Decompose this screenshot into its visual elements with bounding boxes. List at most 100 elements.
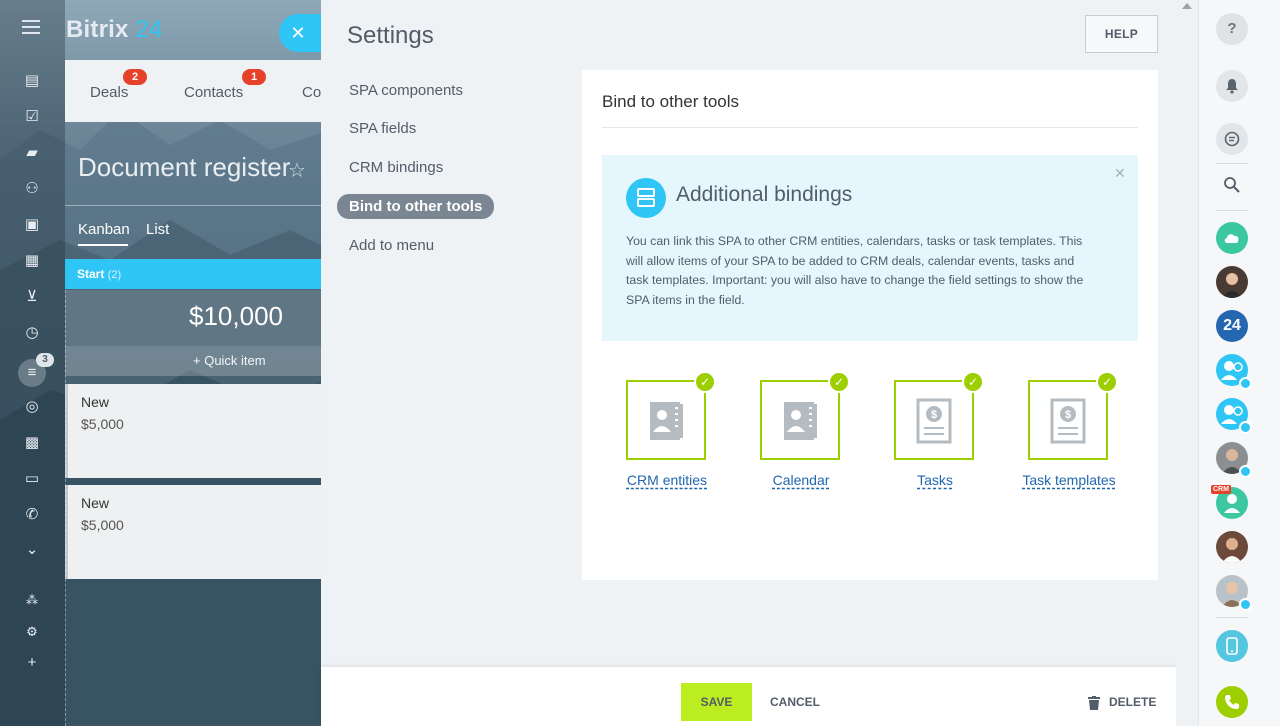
- left-navigation: ▤ ☑ ▰ ⚇ ▣ ▦ ⊻ ◷ ≡ 3 ◎ ▩ ▭ ✆ ⌄ ⁂ ⚙ +: [0, 0, 65, 726]
- mobile-icon: [1226, 637, 1238, 655]
- menu-item-spa-components[interactable]: SPA components: [349, 82, 463, 99]
- svg-text:$: $: [1065, 409, 1071, 421]
- tool-tile[interactable]: $: [894, 380, 974, 460]
- chat-icon[interactable]: ▰: [22, 143, 42, 163]
- tab-label: Deals: [90, 84, 129, 101]
- help-circle-button[interactable]: ?: [1216, 13, 1248, 45]
- stage-amount: $10,000: [189, 301, 283, 331]
- scroll-up-arrow-icon[interactable]: [1182, 3, 1192, 9]
- plus-icon[interactable]: +: [22, 653, 42, 673]
- delete-button[interactable]: DELETE: [1087, 683, 1156, 721]
- messages-button[interactable]: [1216, 123, 1248, 155]
- cloud-icon: [1224, 234, 1239, 243]
- bitrix24-badge: 24: [1223, 317, 1241, 334]
- gear-icon[interactable]: ⚙: [22, 622, 42, 642]
- tool-task-templates[interactable]: $ ✓ Task templates: [1004, 371, 1134, 500]
- apps-icon[interactable]: ▩: [22, 433, 42, 453]
- settings-title: Settings: [347, 22, 434, 49]
- bitrix24-button[interactable]: 24: [1216, 310, 1248, 342]
- tool-label[interactable]: Tasks: [870, 472, 1000, 488]
- contacts-icon[interactable]: ▣: [22, 215, 42, 235]
- tool-crm-entities[interactable]: ✓ CRM entities: [602, 371, 732, 500]
- tool-label[interactable]: Task templates: [1004, 472, 1134, 488]
- deal-name: New: [81, 394, 110, 410]
- mail-badge-icon: [1239, 421, 1252, 434]
- page-title: Document register: [78, 152, 291, 182]
- tool-tile[interactable]: [760, 380, 840, 460]
- tasks-icon[interactable]: ☑: [22, 107, 42, 127]
- tool-label[interactable]: Calendar: [736, 472, 866, 488]
- deal-price: $5,000: [81, 517, 124, 533]
- deals-badge: 2: [123, 69, 147, 85]
- stage-count: (2): [107, 269, 122, 281]
- quick-item-button[interactable]: + Quick item: [65, 346, 321, 376]
- tab-label: Contacts: [184, 84, 244, 101]
- close-icon[interactable]: ✕: [1114, 165, 1126, 182]
- clock-icon[interactable]: ◷: [22, 323, 42, 343]
- deal-price: $5,000: [81, 416, 124, 432]
- stage-header[interactable]: Start (2): [65, 259, 321, 289]
- mail-badge-icon: [1239, 598, 1252, 611]
- window-icon[interactable]: ▭: [22, 469, 42, 489]
- dollar-document-icon: $: [916, 398, 952, 444]
- divider: [1216, 617, 1248, 618]
- tab-deals[interactable]: Deals: [90, 84, 128, 101]
- help-icon: ?: [1227, 20, 1237, 37]
- sitemap-icon[interactable]: ⁂: [22, 590, 42, 610]
- star-icon[interactable]: ☆: [288, 158, 306, 183]
- tab-companies[interactable]: Co: [302, 84, 321, 101]
- tab-contacts[interactable]: Contacts: [184, 84, 243, 101]
- menu-icon[interactable]: [22, 20, 40, 34]
- tool-label[interactable]: CRM entities: [602, 472, 732, 488]
- avatar[interactable]: [1216, 266, 1248, 298]
- search-button[interactable]: [1216, 169, 1248, 201]
- divider: [602, 127, 1138, 128]
- save-button[interactable]: SAVE: [681, 683, 752, 721]
- menu-item-bind-to-other-tools[interactable]: Bind to other tools: [337, 194, 495, 219]
- info-box: Additional bindings ✕ You can link this …: [602, 155, 1138, 341]
- contacts-badge: 1: [242, 69, 266, 85]
- stage-sum: $10,000: [65, 290, 321, 346]
- target-icon[interactable]: ◎: [22, 397, 42, 417]
- menu-item-add-to-menu[interactable]: Add to menu: [349, 237, 434, 254]
- stage-label: Start (2): [77, 267, 121, 281]
- scrollbar[interactable]: [1176, 0, 1198, 726]
- divider: [1216, 163, 1248, 164]
- mobile-button[interactable]: [1216, 630, 1248, 662]
- menu-item-spa-fields[interactable]: SPA fields: [349, 120, 416, 137]
- tool-tile[interactable]: $: [1028, 380, 1108, 460]
- help-button[interactable]: HELP: [1085, 15, 1158, 53]
- active-tab-indicator: [78, 244, 128, 246]
- calendar-icon[interactable]: ▦: [22, 251, 42, 271]
- info-text: You can link this SPA to other CRM entit…: [626, 234, 1084, 307]
- quick-item-label: + Quick item: [193, 353, 266, 368]
- cloud-button[interactable]: [1216, 222, 1248, 254]
- menu-item-crm-bindings[interactable]: CRM bindings: [349, 159, 443, 176]
- delete-label: DELETE: [1109, 695, 1157, 709]
- tab-kanban[interactable]: Kanban: [78, 221, 130, 238]
- more-icon[interactable]: ⌄: [22, 540, 42, 560]
- cancel-button[interactable]: CANCEL: [770, 683, 820, 721]
- close-slider-button[interactable]: ✕: [279, 14, 321, 52]
- phone-icon[interactable]: ✆: [22, 505, 42, 525]
- tool-calendar[interactable]: ✓ Calendar: [736, 371, 866, 500]
- call-button[interactable]: [1216, 686, 1248, 718]
- checkmark-icon: ✓: [962, 371, 984, 393]
- tool-tile[interactable]: [626, 380, 706, 460]
- notifications-button[interactable]: [1216, 70, 1248, 102]
- cart-icon[interactable]: ⊻: [22, 287, 42, 307]
- feed-icon[interactable]: ▤: [22, 71, 42, 91]
- brand-logo[interactable]: Bitrix 24: [66, 16, 163, 44]
- brand-number: 24: [135, 16, 163, 43]
- chat-bubble-icon: [1224, 131, 1240, 147]
- tab-list[interactable]: List: [146, 221, 169, 238]
- deal-card[interactable]: New $5,000: [65, 384, 321, 478]
- deal-name: New: [81, 495, 110, 511]
- avatar[interactable]: [1216, 531, 1248, 563]
- card-title: Bind to other tools: [602, 92, 740, 111]
- divider: [1216, 210, 1248, 211]
- tool-tasks[interactable]: $ ✓ Tasks: [870, 371, 1000, 500]
- groups-icon[interactable]: ⚇: [22, 179, 42, 199]
- deal-card[interactable]: New $5,000: [65, 485, 321, 579]
- tab-label: Co: [302, 84, 322, 101]
